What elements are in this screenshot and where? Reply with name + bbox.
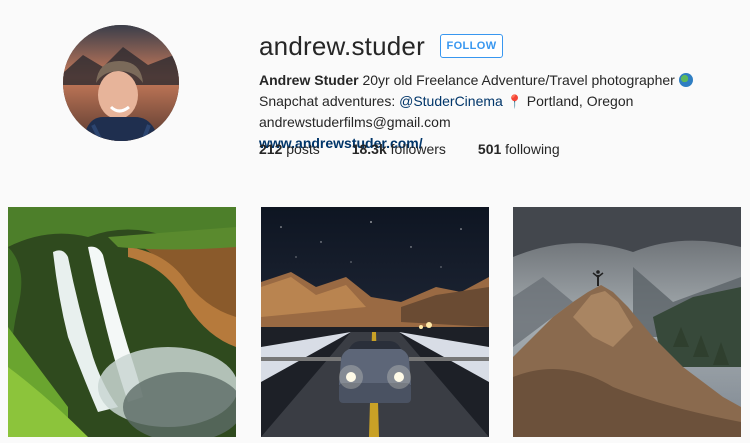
followers-stat[interactable]: 18.3k followers [352, 140, 446, 158]
posts-count: 212 [259, 141, 283, 157]
profile-stats: 212 posts 18.3k followers 501 following [259, 140, 592, 158]
following-label: following [501, 141, 560, 157]
mountain-peak-photo [513, 207, 741, 437]
posts-stat: 212 posts [259, 140, 320, 158]
following-count: 501 [477, 141, 502, 157]
bio-text-1: 20yr old Freelance Adventure/Travel phot… [358, 72, 679, 88]
photo-tile-night-car[interactable] [261, 207, 489, 437]
follow-button[interactable]: FOLLOW [440, 34, 503, 58]
avatar-image [63, 25, 179, 141]
round-pushpin-icon: 📍 [506, 94, 523, 109]
posts-label: posts [282, 141, 320, 157]
followers-label: followers [386, 141, 446, 157]
snapchat-handle-link[interactable]: @StuderCinema [399, 93, 503, 109]
photo-tile-waterfall[interactable] [8, 207, 236, 437]
following-stat[interactable]: 501 following [478, 140, 560, 158]
bio-text-2: Snapchat adventures: [259, 93, 400, 109]
followers-count: 18.3k [351, 141, 387, 157]
globe-emoji-icon [678, 73, 693, 87]
waterfall-photo [8, 207, 236, 437]
profile-username: andrew.studer [259, 31, 425, 61]
profile-full-name: Andrew Studer [259, 72, 359, 88]
night-car-photo [261, 207, 489, 437]
photo-tile-mountain-peak[interactable] [513, 207, 741, 437]
profile-avatar[interactable] [63, 25, 179, 141]
